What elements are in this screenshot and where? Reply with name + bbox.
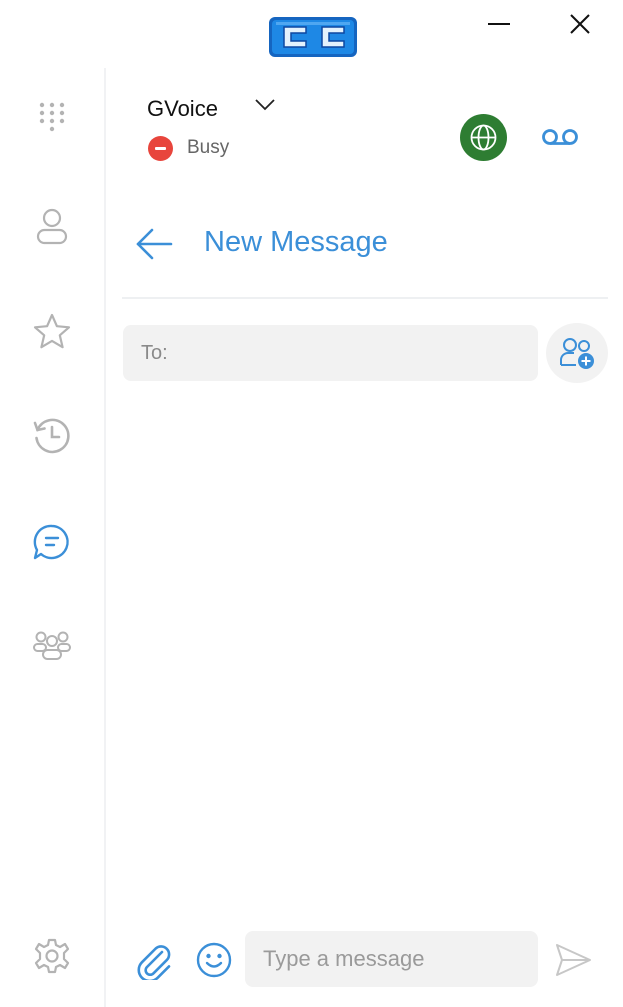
account-name: GVoice — [147, 96, 218, 121]
voicemail-icon — [542, 129, 578, 145]
sidebar-item-messages[interactable] — [32, 522, 72, 562]
sidebar-item-history[interactable] — [32, 416, 72, 456]
add-recipient-button[interactable] — [546, 323, 608, 383]
app-logo — [268, 16, 358, 58]
close-icon — [570, 14, 590, 34]
paperclip-icon — [137, 945, 171, 980]
sidebar-item-contacts[interactable] — [32, 206, 72, 246]
globe-button[interactable] — [460, 114, 507, 161]
sidebar-item-dialpad[interactable] — [32, 98, 72, 138]
busy-status-icon — [148, 136, 173, 161]
smiley-icon — [196, 942, 232, 978]
message-input[interactable] — [245, 931, 538, 987]
star-icon — [33, 313, 71, 349]
minimize-button[interactable] — [486, 12, 512, 36]
emoji-button[interactable] — [195, 941, 233, 979]
chevron-down-icon — [255, 99, 275, 111]
back-button[interactable] — [134, 226, 174, 262]
status-label: Busy — [187, 137, 230, 158]
page-title: New Message — [204, 226, 388, 258]
sidebar-item-groups[interactable] — [32, 626, 72, 666]
user-icon — [36, 208, 68, 245]
voicemail-button[interactable] — [540, 124, 580, 150]
divider — [122, 297, 608, 299]
attach-button[interactable] — [136, 940, 172, 980]
account-dropdown-button[interactable] — [254, 98, 276, 112]
gear-icon — [34, 938, 70, 974]
chat-icon — [33, 524, 69, 560]
globe-icon — [470, 124, 497, 151]
title-bar — [0, 0, 623, 68]
close-button[interactable] — [566, 10, 594, 38]
sidebar-item-favorites[interactable] — [32, 312, 72, 352]
recipient-input[interactable] — [123, 325, 538, 381]
send-button[interactable] — [554, 942, 592, 978]
minimize-icon — [488, 23, 510, 25]
group-icon — [33, 631, 71, 660]
dialpad-icon — [39, 102, 65, 132]
settings-button[interactable] — [32, 936, 72, 976]
arrow-left-icon — [136, 228, 173, 260]
history-icon — [33, 418, 70, 454]
sidebar — [0, 68, 106, 1007]
send-icon — [556, 944, 591, 976]
add-user-icon — [560, 338, 594, 369]
